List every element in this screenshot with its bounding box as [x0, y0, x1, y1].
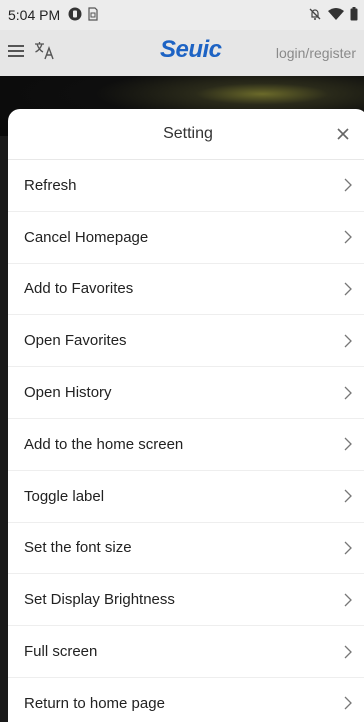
settings-sheet: Setting Refresh Cancel Homepage Add to F…	[8, 109, 364, 722]
menu-item-full-screen[interactable]: Full screen	[8, 626, 364, 678]
chevron-right-icon	[344, 282, 356, 296]
screen: 5:04 PM Seuic login/register Setting Ref…	[0, 0, 364, 722]
menu-item-label: Cancel Homepage	[24, 228, 149, 246]
status-bar: 5:04 PM	[0, 0, 364, 30]
chevron-right-icon	[344, 230, 356, 244]
menu-item-label: Return to home page	[24, 694, 165, 712]
chevron-right-icon	[344, 645, 356, 659]
status-right-icons	[308, 6, 358, 24]
translate-icon[interactable]	[34, 41, 56, 66]
menu-item-label: Set the font size	[24, 539, 132, 557]
menu-item-label: Refresh	[24, 176, 77, 194]
menu-item-open-history[interactable]: Open History	[8, 367, 364, 419]
chevron-right-icon	[344, 386, 356, 400]
wifi-icon	[328, 7, 344, 24]
chevron-right-icon	[344, 489, 356, 503]
close-icon[interactable]	[332, 123, 354, 145]
chevron-right-icon	[344, 593, 356, 607]
menu-item-refresh[interactable]: Refresh	[8, 160, 364, 212]
status-left-icons	[68, 6, 98, 24]
chevron-right-icon	[344, 334, 356, 348]
menu-item-label: Add to Favorites	[24, 280, 134, 298]
menu-item-label: Open Favorites	[24, 332, 127, 350]
chevron-right-icon	[344, 437, 356, 451]
menu-item-cancel-homepage[interactable]: Cancel Homepage	[8, 212, 364, 264]
chevron-right-icon	[344, 541, 356, 555]
sheet-header: Setting	[8, 109, 364, 160]
menu-item-label: Toggle label	[24, 487, 105, 505]
menu-item-add-to-home-screen[interactable]: Add to the home screen	[8, 419, 364, 471]
chevron-right-icon	[344, 178, 356, 192]
status-time: 5:04 PM	[8, 7, 61, 23]
menu-item-label: Open History	[24, 384, 112, 402]
app-header: Seuic login/register	[0, 30, 364, 76]
settings-menu-list: Refresh Cancel Homepage Add to Favorites…	[8, 160, 364, 722]
hamburger-icon[interactable]	[8, 44, 26, 63]
menu-item-set-display-brightness[interactable]: Set Display Brightness	[8, 574, 364, 627]
menu-item-add-to-favorites[interactable]: Add to Favorites	[8, 264, 364, 316]
menu-item-label: Add to the home screen	[24, 435, 184, 453]
menu-item-toggle-label[interactable]: Toggle label	[8, 471, 364, 523]
header-left	[8, 41, 56, 66]
battery-icon	[350, 6, 358, 24]
vpn-key-icon	[68, 7, 82, 24]
menu-item-return-to-home-page[interactable]: Return to home page	[8, 678, 364, 722]
menu-item-label: Set Display Brightness	[24, 591, 175, 609]
mute-icon	[308, 7, 322, 24]
menu-item-set-font-size[interactable]: Set the font size	[8, 523, 364, 575]
menu-item-open-favorites[interactable]: Open Favorites	[8, 315, 364, 368]
sim-icon	[88, 6, 98, 24]
brand-logo[interactable]: Seuic	[160, 36, 222, 64]
chevron-right-icon	[344, 696, 356, 710]
menu-item-label: Full screen	[24, 643, 98, 661]
login-register-link[interactable]: login/register	[276, 45, 356, 61]
sheet-title: Setting	[163, 125, 213, 142]
